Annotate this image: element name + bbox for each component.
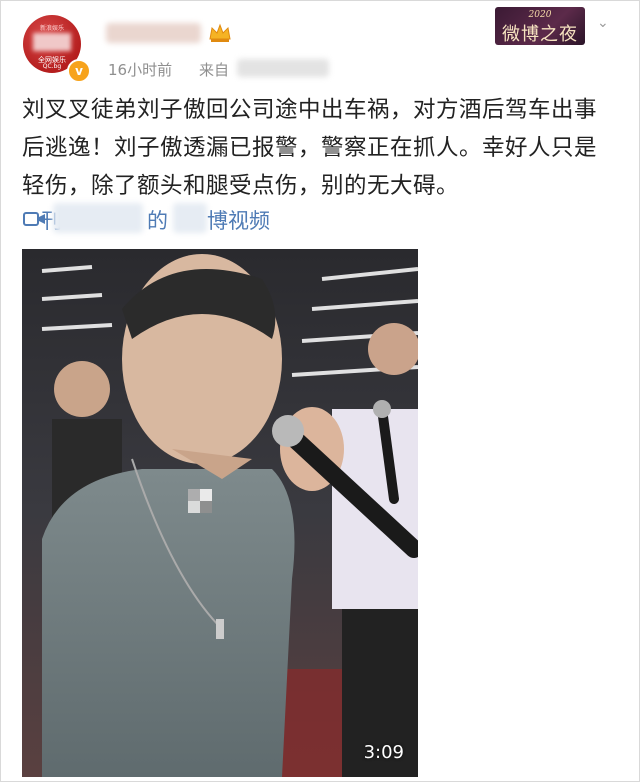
post-text: 刘叉叉徒弟刘子傲回公司途中出车祸，对方酒后驾车出事后逃逸！刘子傲透漏已报警，警察… (22, 97, 598, 199)
weibo-night-logo: 2020 微博之夜 (495, 7, 585, 45)
avatar-mosaic (33, 33, 71, 51)
event-name: 微博之夜 (502, 24, 578, 45)
event-year: 2020 (528, 10, 552, 20)
chevron-down-icon[interactable]: ⌄ (597, 15, 609, 31)
video-link-suffix[interactable]: 博视频 (207, 205, 270, 235)
username-blurred[interactable] (106, 23, 201, 43)
verified-badge-icon: v (67, 59, 91, 83)
video-link-blurred-2[interactable] (173, 203, 207, 233)
avatar-top-text: 新浪娱乐 (39, 25, 64, 32)
source-blurred[interactable] (237, 59, 329, 77)
vip-crown-icon (209, 23, 231, 42)
source-prefix: 来自 (199, 61, 230, 79)
video-frame-image (22, 249, 418, 777)
video-link-middle[interactable]: 的 (147, 205, 168, 235)
video-duration: 3:09 (363, 742, 404, 763)
video-link-blurred-1[interactable] (53, 203, 143, 233)
video-player[interactable]: 3:09 (22, 249, 418, 777)
post-time[interactable]: 16小时前 (108, 59, 172, 80)
